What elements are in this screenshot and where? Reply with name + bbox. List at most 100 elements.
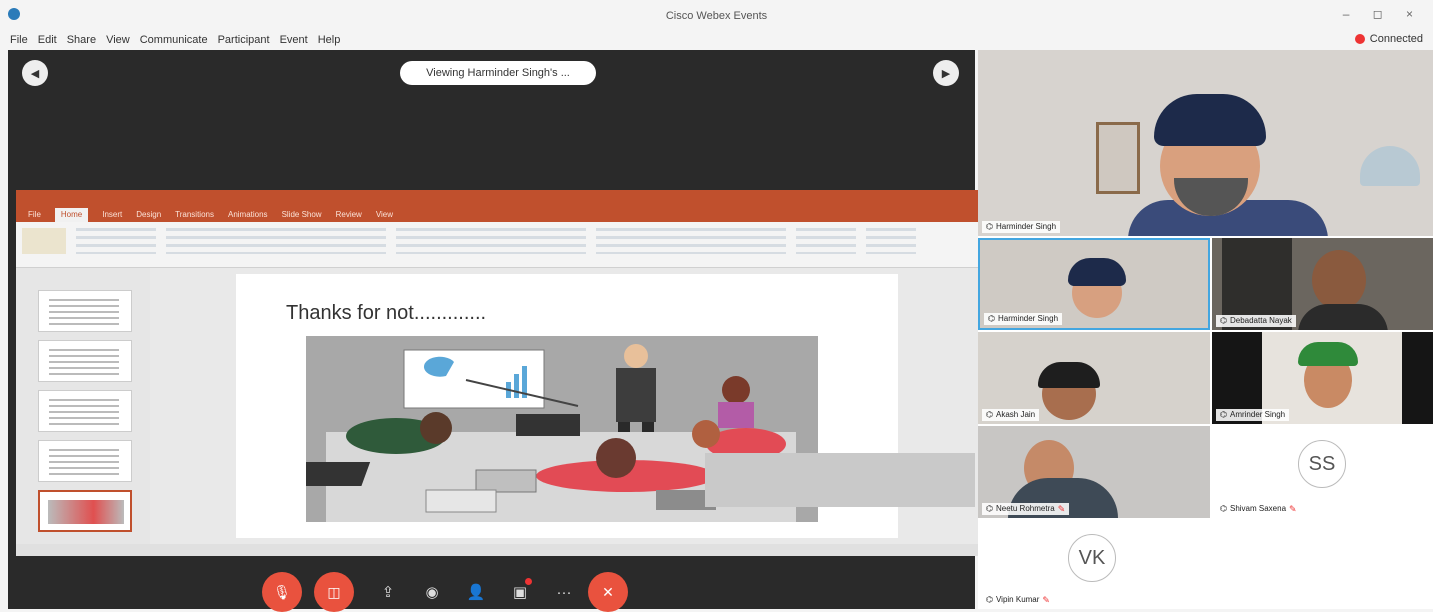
menu-bar: File Edit Share View Communicate Partici… bbox=[0, 30, 1433, 50]
mic-off-icon: 🎙 bbox=[273, 583, 291, 600]
ppt-addins-group[interactable] bbox=[866, 228, 916, 254]
chat-icon: ▣ bbox=[512, 584, 528, 601]
ppt-tab-review[interactable]: Review bbox=[336, 208, 362, 222]
speaker-icon: ⌬ bbox=[986, 222, 993, 231]
ppt-ribbon-tabs: File Home Insert Design Transitions Anim… bbox=[16, 208, 978, 222]
participant-video-panel: ⌬ Harminder Singh ⌬ Harminder Singh ⌬ De… bbox=[978, 50, 1433, 609]
participant-video[interactable]: ⌬ Harminder Singh bbox=[978, 238, 1210, 330]
speaker-icon: ⌬ bbox=[1220, 316, 1227, 325]
connection-status: Connected bbox=[1354, 33, 1423, 45]
ppt-drawing-group[interactable] bbox=[596, 228, 786, 254]
participant-name-label: ⌬ Akash Jain bbox=[982, 409, 1040, 421]
shared-overlay-region bbox=[705, 453, 975, 507]
speaker-icon: ⌬ bbox=[1220, 504, 1227, 513]
content-share-area: ◀ Viewing Harminder Singh's ... ▶ File H… bbox=[8, 50, 978, 609]
ppt-tab-file[interactable]: File bbox=[28, 208, 41, 222]
wall-picture bbox=[1096, 122, 1140, 194]
ppt-tab-insert[interactable]: Insert bbox=[102, 208, 122, 222]
end-call-icon: ✕ bbox=[602, 583, 614, 600]
mute-button[interactable]: 🎙 bbox=[262, 572, 302, 612]
ppt-status-bar bbox=[16, 544, 978, 556]
participants-icon: 👤 bbox=[466, 584, 486, 601]
ppt-paste-group[interactable] bbox=[22, 228, 66, 254]
turban bbox=[1154, 94, 1266, 146]
participant-name-label: ⌬ Debadatta Nayak bbox=[1216, 315, 1296, 327]
meeting-controls: 🎙 ◫ ⇪ ◉ 👤 ▣ ··· ✕ bbox=[262, 572, 628, 612]
viewing-banner[interactable]: Viewing Harminder Singh's ... bbox=[400, 61, 596, 85]
menu-list: File Edit Share View Communicate Partici… bbox=[10, 34, 340, 46]
participant-name: Debadatta Nayak bbox=[1229, 316, 1292, 325]
participant-name: Akash Jain bbox=[995, 410, 1036, 419]
menu-communicate[interactable]: Communicate bbox=[140, 34, 208, 46]
participant-name-label: ⌬ Amrinder Singh bbox=[1216, 409, 1290, 421]
participants-button[interactable]: 👤 bbox=[456, 572, 496, 612]
record-icon: ◉ bbox=[425, 584, 439, 601]
end-call-button[interactable]: ✕ bbox=[588, 572, 628, 612]
connection-indicator-icon bbox=[1354, 34, 1365, 44]
slide-thumbnail[interactable] bbox=[38, 290, 132, 332]
share-icon: ⇪ bbox=[381, 584, 395, 601]
speaker-icon: ⌬ bbox=[988, 314, 995, 323]
more-button[interactable]: ··· bbox=[544, 572, 584, 612]
ppt-tab-view[interactable]: View bbox=[376, 208, 393, 222]
ppt-slides-group[interactable] bbox=[76, 228, 156, 254]
ppt-ribbon bbox=[16, 222, 978, 268]
menu-participant[interactable]: Participant bbox=[218, 34, 270, 46]
turban bbox=[1068, 258, 1126, 286]
record-button[interactable]: ◉ bbox=[412, 572, 452, 612]
window-controls[interactable]: – ◻ × bbox=[1343, 7, 1423, 21]
speaker-icon: ⌬ bbox=[1220, 410, 1227, 419]
participant-video[interactable]: ⌬ Akash Jain bbox=[978, 332, 1210, 424]
participant-name-label: ⌬ Shivam Saxena ✎ bbox=[1216, 503, 1301, 515]
dark-background bbox=[1402, 332, 1433, 424]
participant-name-label: ⌬ Neetu Rohmetra ✎ bbox=[982, 503, 1070, 515]
window-title: Cisco Webex Events bbox=[665, 10, 768, 22]
slide-thumbnail[interactable] bbox=[38, 440, 132, 482]
participant-body bbox=[1298, 304, 1388, 330]
menu-help[interactable]: Help bbox=[318, 34, 341, 46]
ppt-tab-slideshow[interactable]: Slide Show bbox=[282, 208, 322, 222]
menu-edit[interactable]: Edit bbox=[38, 34, 57, 46]
collapse-right-button[interactable]: ▶ bbox=[933, 60, 959, 86]
active-speaker-video[interactable]: ⌬ Harminder Singh bbox=[978, 50, 1433, 236]
share-button[interactable]: ⇪ bbox=[368, 572, 408, 612]
participant-video[interactable]: ⌬ Debadatta Nayak bbox=[1212, 238, 1433, 330]
menu-view[interactable]: View bbox=[106, 34, 130, 46]
participant-video[interactable]: ⌬ Amrinder Singh bbox=[1212, 332, 1433, 424]
participant-name: Harminder Singh bbox=[997, 314, 1059, 323]
title-bar: Cisco Webex Events – ◻ × bbox=[0, 0, 1433, 30]
participant-avatar-tile[interactable]: SS ⌬ Shivam Saxena ✎ bbox=[1212, 426, 1433, 518]
video-button[interactable]: ◫ bbox=[314, 572, 354, 612]
speaker-icon: ⌬ bbox=[986, 504, 993, 513]
turban bbox=[1298, 342, 1358, 366]
participant-avatar: VK bbox=[1068, 534, 1116, 582]
participant-name: Neetu Rohmetra bbox=[995, 504, 1055, 513]
menu-file[interactable]: File bbox=[10, 34, 28, 46]
participant-name: Vipin Kumar bbox=[995, 595, 1040, 604]
muted-mic-icon: ✎ bbox=[1057, 504, 1066, 514]
slide-thumbnail-selected[interactable] bbox=[38, 490, 132, 532]
slide-thumbnail[interactable] bbox=[38, 390, 132, 432]
ppt-tab-animations[interactable]: Animations bbox=[228, 208, 268, 222]
ppt-tab-home[interactable]: Home bbox=[54, 208, 89, 222]
ppt-tab-transitions[interactable]: Transitions bbox=[175, 208, 214, 222]
muted-mic-icon: ✎ bbox=[1042, 595, 1050, 605]
menu-share[interactable]: Share bbox=[67, 34, 96, 46]
ppt-tab-design[interactable]: Design bbox=[136, 208, 161, 222]
ppt-editing-group[interactable] bbox=[796, 228, 856, 254]
video-off-icon: ◫ bbox=[327, 583, 341, 600]
ppt-paragraph-group[interactable] bbox=[396, 228, 586, 254]
slide-thumbnails-pane bbox=[16, 268, 150, 556]
speaker-icon: ⌬ bbox=[986, 410, 993, 419]
participant-avatar-tile[interactable]: VK ⌬ Vipin Kumar ✎ bbox=[978, 520, 1210, 609]
chat-button[interactable]: ▣ bbox=[500, 572, 540, 612]
collapse-left-button[interactable]: ◀ bbox=[22, 60, 48, 86]
menu-event[interactable]: Event bbox=[280, 34, 308, 46]
participant-video[interactable]: ⌬ Neetu Rohmetra ✎ bbox=[978, 426, 1210, 518]
slide-thumbnail[interactable] bbox=[38, 340, 132, 382]
ppt-font-group[interactable] bbox=[166, 228, 386, 254]
participant-name-label: ⌬ Harminder Singh bbox=[984, 313, 1063, 325]
participant-name: Shivam Saxena bbox=[1229, 504, 1287, 513]
connection-status-text: Connected bbox=[1369, 33, 1423, 45]
participant-name-label: ⌬ Vipin Kumar ✎ bbox=[982, 594, 1054, 606]
